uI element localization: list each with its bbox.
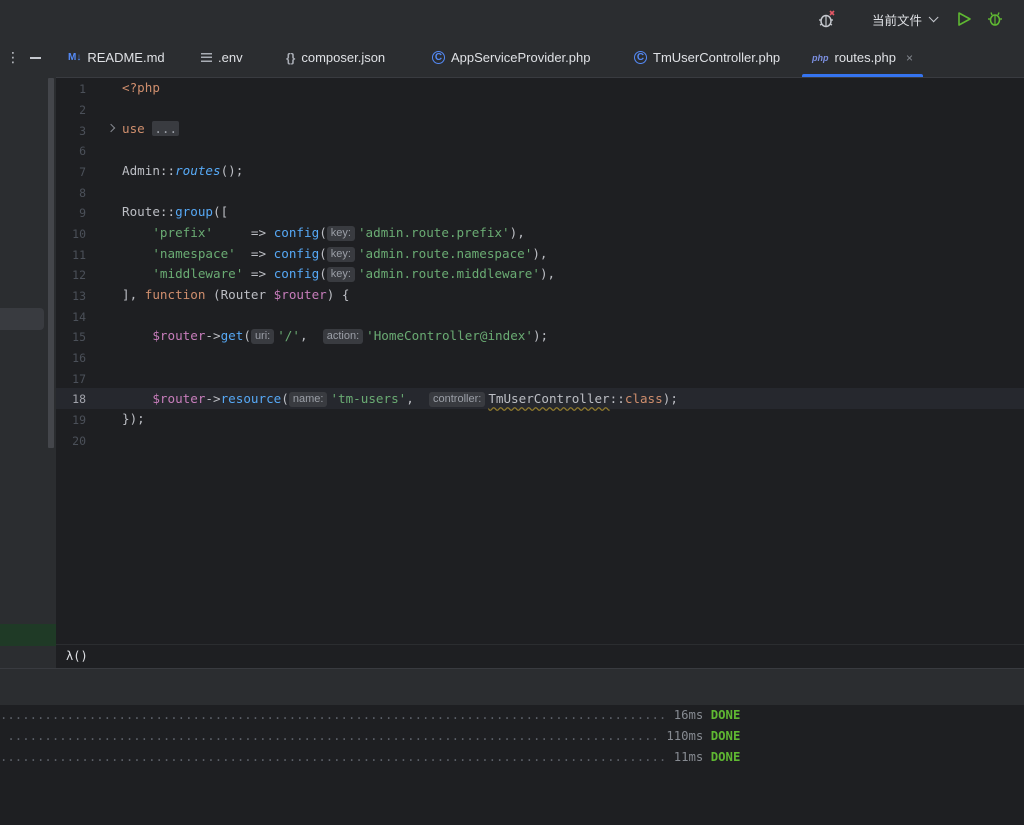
param-hint: key: [326, 267, 355, 282]
debug-stop-icon[interactable] [814, 0, 838, 38]
code-line-18: $router->resource(name:'tm-users', contr… [152, 391, 678, 407]
line-number: 10 [72, 227, 86, 241]
tab-label: README.md [87, 50, 165, 65]
json-icon: {} [286, 50, 296, 65]
code-line-3: use ... [122, 121, 180, 136]
line-number: 14 [72, 310, 86, 324]
line-number: 13 [72, 289, 86, 303]
tab-label: .env [218, 50, 243, 65]
line-number: 19 [72, 413, 86, 427]
options-icon[interactable]: ⋮ [6, 50, 20, 64]
folded-imports[interactable]: ... [152, 121, 180, 136]
line-number-current: 18 [72, 392, 86, 406]
code-line-12: 'middleware' => config(key:'admin.route.… [152, 266, 556, 282]
tab-composer-json[interactable]: {} composer.json [286, 38, 385, 77]
console-output: ........................................… [0, 705, 1024, 825]
code-line-13: ], function (Router $router) { [122, 287, 350, 302]
param-hint: uri: [250, 329, 275, 344]
sidebar-scrollbar[interactable] [46, 38, 56, 448]
class-icon: C [634, 51, 647, 64]
param-hint: key: [326, 247, 355, 262]
breadcrumb: λ() [56, 644, 1024, 669]
tab-readme[interactable]: M↓ README.md [68, 38, 165, 77]
tab-appserviceprovider[interactable]: C AppServiceProvider.php [432, 38, 590, 77]
sidebar-selected-item[interactable] [0, 308, 44, 330]
line-number: 12 [72, 268, 86, 282]
run-configuration-selector[interactable]: 当前文件 [872, 0, 939, 38]
run-configuration-label: 当前文件 [872, 13, 923, 28]
line-number: 9 [79, 206, 86, 220]
param-hint: controller: [429, 392, 486, 407]
code-line-19: }); [122, 411, 145, 426]
scrollbar-thumb[interactable] [48, 78, 54, 448]
line-number: 7 [79, 165, 86, 179]
code-editor[interactable]: <?php use ... Admin::routes(); Route::gr… [120, 78, 1024, 644]
line-number: 1 [79, 82, 86, 96]
line-number: 15 [72, 330, 86, 344]
fold-expand-icon[interactable] [106, 123, 116, 133]
param-hint: action: [322, 329, 364, 344]
chevron-down-icon [928, 11, 939, 22]
breadcrumb-item[interactable]: λ() [66, 649, 88, 663]
code-line-11: 'namespace' => config(key:'admin.route.n… [152, 246, 548, 262]
param-hint: name: [288, 392, 328, 407]
close-icon[interactable]: × [906, 51, 913, 65]
tab-label: routes.php [834, 50, 896, 65]
tab-tmusercontroller[interactable]: C TmUserController.php [634, 38, 780, 77]
code-line-7: Admin::routes(); [122, 163, 244, 178]
console-line: ........................................… [0, 729, 741, 743]
code-line-15: $router->get(uri: '/', action: 'HomeContro… [152, 328, 549, 344]
code-line-1: <?php [122, 80, 160, 95]
line-number: 3 [79, 124, 86, 138]
php-file-icon: php [812, 52, 829, 63]
line-number-gutter: 1 2 3 6 7 8 9 10 11 12 13 14 15 16 17 18… [56, 78, 138, 644]
line-number: 11 [72, 248, 86, 262]
line-number: 20 [72, 434, 86, 448]
minimize-icon[interactable] [30, 57, 41, 59]
tool-window-header [0, 668, 1024, 706]
line-number: 17 [72, 372, 86, 386]
tab-label: AppServiceProvider.php [451, 50, 591, 65]
class-icon: C [432, 51, 445, 64]
line-number: 16 [72, 351, 86, 365]
editor-tab-bar: M↓ README.md .env {} composer.json C App… [56, 38, 1024, 78]
param-hint: key: [326, 226, 355, 241]
tab-env[interactable]: .env [201, 38, 243, 77]
debug-icon[interactable] [984, 0, 1006, 38]
code-line-9: Route::group([ [122, 204, 229, 219]
line-number: 6 [79, 144, 86, 158]
tab-label: TmUserController.php [653, 50, 781, 65]
main-toolbar: 当前文件 [0, 0, 1024, 38]
tab-label: composer.json [301, 50, 386, 65]
sidebar-modified-item[interactable] [0, 624, 56, 646]
line-number: 2 [79, 103, 86, 117]
console-line: ........................................… [0, 750, 741, 764]
markdown-icon: M↓ [68, 52, 82, 63]
console-line: ........................................… [0, 708, 741, 722]
run-icon[interactable] [954, 0, 974, 38]
text-file-icon [201, 53, 212, 62]
tab-routes-php[interactable]: php routes.php × [802, 38, 923, 77]
code-line-10: 'prefix' => config(key:'admin.route.pref… [152, 225, 525, 241]
line-number: 8 [79, 186, 86, 200]
